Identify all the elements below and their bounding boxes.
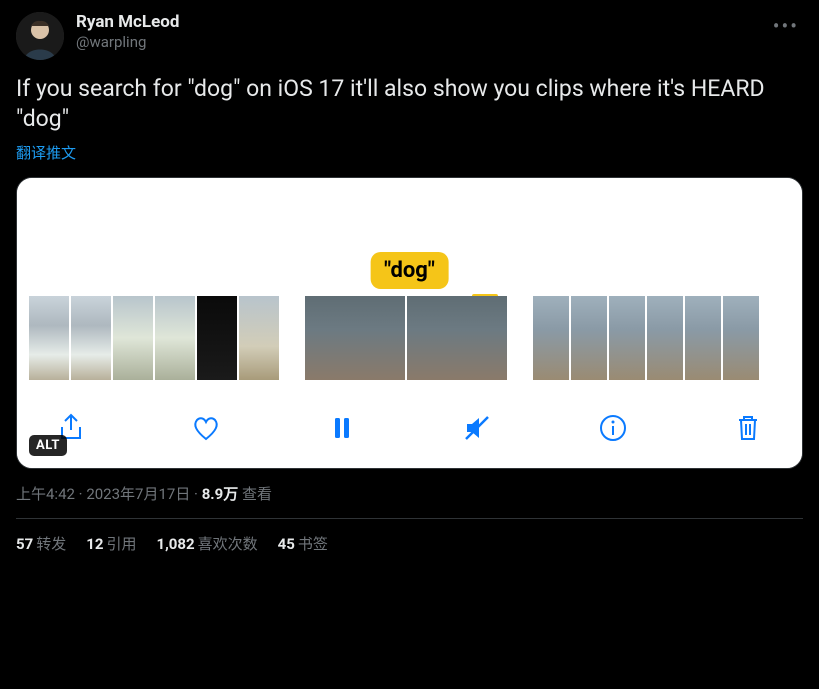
media-controls [17,392,802,468]
clip-thumbnail [571,296,607,380]
clip-thumbnail [305,296,405,380]
tweet-date[interactable]: 2023年7月17日 [86,485,190,503]
clip-thumbnail [647,296,683,380]
avatar-image [16,12,64,60]
tweet-header: Ryan McLeod @warpling ••• [16,12,803,60]
pause-button[interactable] [324,410,360,446]
info-button[interactable] [595,410,631,446]
likes-stat[interactable]: 1,082喜欢次数 [156,533,257,554]
more-icon[interactable]: ••• [769,12,803,40]
media-whitespace: "dog" [17,178,802,286]
clip-group-2[interactable] [305,296,507,380]
mute-button[interactable] [459,410,495,446]
alt-badge[interactable]: ALT [29,435,67,456]
like-button[interactable] [188,410,224,446]
clip-thumbnail [197,296,237,380]
views-label: 查看 [238,485,272,503]
clip-thumbnail [71,296,111,380]
clip-thumbnail [609,296,645,380]
clip-thumbnail [685,296,721,380]
avatar[interactable] [16,12,64,60]
clip-thumbnail [239,296,279,380]
tweet-meta: 上午4:42 · 2023年7月17日 · 8.9万 查看 [16,483,803,504]
clip-thumbnail [113,296,153,380]
clip-group-3[interactable] [533,296,759,380]
clip-thumbnail [533,296,569,380]
translate-link[interactable]: 翻译推文 [16,142,803,163]
display-name[interactable]: Ryan McLeod [76,12,769,32]
trash-icon [732,412,764,444]
speaker-muted-icon [461,412,493,444]
info-icon [597,412,629,444]
quotes-stat[interactable]: 12引用 [86,533,136,554]
tweet-stats: 57转发 12引用 1,082喜欢次数 45书签 [16,519,803,568]
clip-thumbnail [723,296,759,380]
pause-icon [326,412,358,444]
video-timeline[interactable] [17,286,802,392]
clip-thumbnail [407,296,507,380]
clip-group-1[interactable] [29,296,279,380]
clip-thumbnail [29,296,69,380]
search-term-bubble: "dog" [370,252,449,289]
delete-button[interactable] [730,410,766,446]
heart-icon [190,412,222,444]
tweet-time[interactable]: 上午4:42 [16,485,75,503]
tweet-body: If you search for "dog" on iOS 17 it'll … [16,74,803,134]
clip-thumbnail [155,296,195,380]
author-names: Ryan McLeod @warpling [76,12,769,52]
tweet: Ryan McLeod @warpling ••• If you search … [0,0,819,568]
views-count: 8.9万 [202,485,239,503]
handle[interactable]: @warpling [76,32,769,52]
media-card[interactable]: "dog" [16,177,803,469]
bookmarks-stat[interactable]: 45书签 [278,533,328,554]
retweets-stat[interactable]: 57转发 [16,533,66,554]
